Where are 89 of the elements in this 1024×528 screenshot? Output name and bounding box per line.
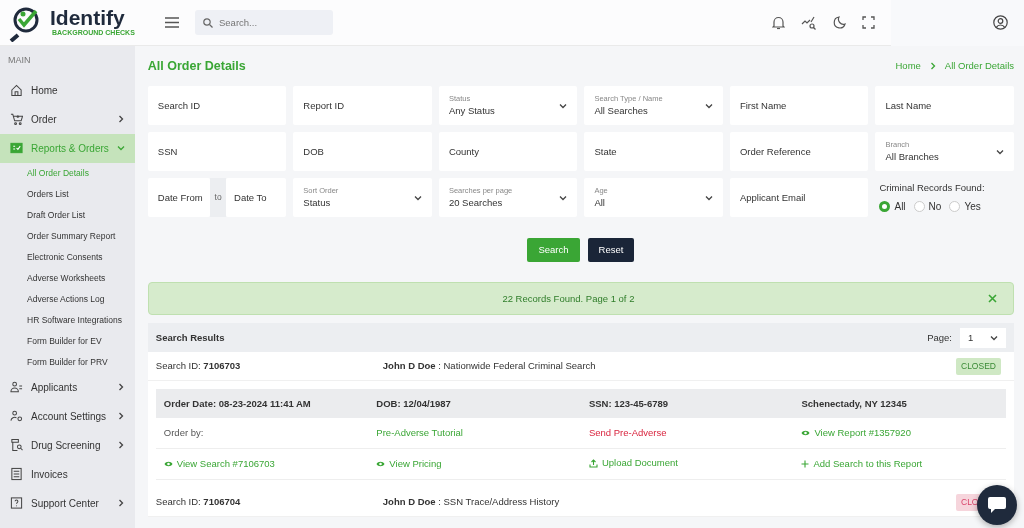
label-text: Order by: xyxy=(163,426,204,441)
breadcrumb-current: All Order Details xyxy=(944,58,1014,73)
alert-message: 22 Records Found. Page 1 of 2 xyxy=(501,291,636,306)
submenu-item[interactable]: Electronic Consents xyxy=(0,246,135,268)
chevron-icon xyxy=(559,193,568,202)
chevron-icon xyxy=(116,383,125,391)
date-field[interactable]: Date From xyxy=(147,178,211,217)
sidebar-item[interactable]: Drug Screening xyxy=(0,430,135,460)
chat-button[interactable] xyxy=(977,485,1017,525)
plus-icon xyxy=(801,459,810,468)
user-gear-icon xyxy=(10,409,23,423)
page-label: Page: xyxy=(927,330,952,345)
input-field[interactable]: Applicant Email xyxy=(729,178,869,217)
chevron-icon xyxy=(116,412,125,420)
submenu-item[interactable]: Adverse Actions Log xyxy=(0,288,135,310)
record-summary: John D Doe : Nationwide Federal Criminal Search xyxy=(382,359,597,374)
home-icon xyxy=(10,83,23,97)
help-icon xyxy=(10,496,23,510)
input-field[interactable]: DOB xyxy=(293,132,432,171)
input-field[interactable]: First Name xyxy=(729,86,869,125)
eye-icon xyxy=(801,428,811,437)
search-id: Search ID: 7106704 xyxy=(155,495,242,510)
radio-option[interactable]: Yes xyxy=(949,199,981,215)
sidebar-item[interactable]: Applicants xyxy=(0,372,135,402)
chevron-icon xyxy=(990,333,998,342)
submenu-item[interactable]: Adverse Worksheets xyxy=(0,267,135,289)
detail-text: SSN: 123-45-6789 xyxy=(587,396,670,411)
submenu-item[interactable]: HR Software Integrations xyxy=(0,309,135,331)
detail-text: DOB: 12/04/1987 xyxy=(375,396,452,411)
chevron-icon xyxy=(996,147,1004,156)
chevron-icon xyxy=(116,441,125,449)
input-field[interactable]: County xyxy=(438,132,578,171)
chevron-icon xyxy=(116,115,125,123)
users-icon xyxy=(10,380,23,394)
eye-icon xyxy=(376,459,386,468)
input-field[interactable]: Search ID xyxy=(147,86,287,125)
sidebar-item[interactable]: Support Center xyxy=(0,488,135,518)
detail-text: Order Date: 08-23-2024 11:41 AM xyxy=(162,396,312,411)
chevron-icon xyxy=(704,193,713,202)
section-heading: MAIN xyxy=(7,54,32,67)
action-button[interactable]: Reset xyxy=(587,238,635,263)
input-field[interactable]: Report ID xyxy=(293,86,432,125)
document-icon xyxy=(10,467,23,481)
chevron-icon xyxy=(116,499,125,507)
checklist-icon xyxy=(10,141,23,155)
page-title: All Order Details xyxy=(147,57,246,75)
submenu-item[interactable]: Order Summary Report xyxy=(0,225,135,247)
submenu-item[interactable]: Form Builder for PRV xyxy=(0,351,135,373)
detail-text: Schenectady, NY 12345 xyxy=(800,396,908,411)
eye-icon xyxy=(163,459,173,468)
user-icon[interactable] xyxy=(993,15,1008,30)
date-field[interactable]: Date To xyxy=(226,178,287,217)
moon-icon[interactable] xyxy=(833,16,846,29)
input-field[interactable]: State xyxy=(584,132,723,171)
radio-option[interactable]: No xyxy=(913,199,942,215)
submenu-item[interactable]: Form Builder for EV xyxy=(0,330,135,352)
chevron-icon xyxy=(704,101,713,110)
chevron-icon xyxy=(116,144,125,152)
search-id: Search ID: 7106703 xyxy=(155,359,242,374)
sidebar-item[interactable]: Account Settings xyxy=(0,401,135,431)
input-field[interactable]: Last Name xyxy=(875,86,1014,125)
radio-option[interactable]: All xyxy=(879,199,906,215)
fullscreen-icon[interactable] xyxy=(862,16,875,29)
chevron-icon xyxy=(559,101,568,110)
sidebar-item[interactable]: Order xyxy=(0,104,135,134)
range-separator: to xyxy=(210,178,227,217)
chevron-icon xyxy=(928,62,937,70)
sidebar-item[interactable]: Invoices xyxy=(0,459,135,489)
input-field[interactable]: Order Reference xyxy=(729,132,869,171)
submenu-item[interactable]: Orders List xyxy=(0,183,135,205)
sidebar-item[interactable]: Home xyxy=(0,75,135,105)
chart-search-icon[interactable] xyxy=(801,15,817,30)
submenu-item[interactable]: Draft Order List xyxy=(0,204,135,226)
bell-icon[interactable] xyxy=(772,15,785,30)
search-icon xyxy=(203,18,213,28)
cart-icon xyxy=(10,112,23,126)
input-field[interactable]: SSN xyxy=(147,132,287,171)
search-field[interactable]: Search... xyxy=(195,10,333,35)
page-select[interactable]: 1 xyxy=(960,327,1006,348)
flask-search-icon xyxy=(10,438,23,452)
upload-icon xyxy=(588,458,598,468)
results-title: Search Results xyxy=(155,330,226,345)
status-badge: CLOSED xyxy=(956,357,1001,375)
chat-icon xyxy=(987,496,1007,514)
action-link[interactable]: Send Pre-Adverse xyxy=(588,426,667,441)
menu-icon[interactable] xyxy=(165,17,179,28)
record-summary: John D Doe : SSN Trace/Address History xyxy=(382,495,561,510)
chevron-icon xyxy=(413,193,422,202)
filter-label: Criminal Records Found: xyxy=(879,180,986,195)
